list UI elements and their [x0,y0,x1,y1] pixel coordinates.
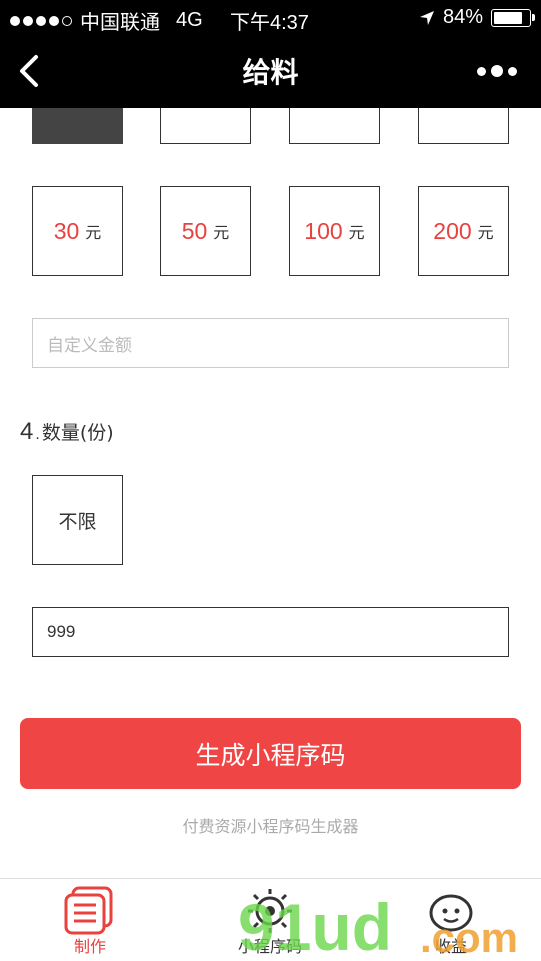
option-box-selected[interactable] [32,108,123,144]
network-type: 4G [176,9,203,31]
document-stack-icon [64,886,113,935]
amount-unit: 元 [213,223,230,242]
tab-bar: 制作 小程序码 收益 [0,878,541,961]
battery-icon [491,8,535,27]
section-title-text: 数量(份) [41,422,114,444]
option-box[interactable] [289,108,380,144]
status-bar: 中国联通 4G 下午4:37 84% [0,0,541,35]
tab-label: 小程序码 [237,937,302,956]
amount-option-50[interactable]: 50 元 [160,186,251,276]
section-index: 4 [20,418,34,445]
coin-icon [429,894,473,932]
more-dot [491,65,503,77]
more-dot [477,66,486,76]
more-button[interactable] [477,59,521,83]
tab-earnings[interactable]: 收益 [361,879,541,961]
status-left: 中国联通 4G [10,6,203,35]
quantity-section-title: 4 . 数量(份) [20,418,114,446]
quantity-value: 999 [47,622,76,641]
option-box[interactable] [418,108,509,144]
nav-bar: 给料 [0,35,541,108]
generate-code-button[interactable]: 生成小程序码 [20,718,521,789]
page-title: 给料 [242,56,299,89]
custom-amount-placeholder: 自定义金额 [47,335,132,356]
amount-unit: 元 [85,223,102,242]
option-box[interactable] [160,108,251,144]
main-content: 30 元 50 元 100 元 200 元 自定义金额 4 . 数量(份) 不限… [0,108,541,878]
amount-value: 100 [304,217,343,244]
amount-value: 30 [53,217,80,244]
amount-value: 200 [433,217,472,244]
status-time: 下午4:37 [230,12,309,34]
quantity-input[interactable]: 999 [32,607,509,657]
unlimited-option[interactable]: 不限 [32,475,123,565]
tab-label: 制作 [73,937,106,956]
amount-option-100[interactable]: 100 元 [289,186,380,276]
carrier-name: 中国联通 [80,12,160,34]
tab-label: 收益 [434,937,467,956]
tab-qrcode[interactable]: 小程序码 [180,879,360,961]
tab-make[interactable]: 制作 [0,879,180,961]
footer-caption: 付费资源小程序码生成器 [182,817,359,836]
location-arrow-icon [419,10,434,25]
status-right: 84% [419,6,535,29]
battery-percent: 84% [442,6,483,28]
amount-option-200[interactable]: 200 元 [418,186,509,276]
amount-value: 50 [181,217,208,244]
amount-option-30[interactable]: 30 元 [32,186,123,276]
unlimited-label: 不限 [58,510,97,533]
amount-unit: 元 [348,223,365,242]
qrcode-icon [248,889,292,933]
signal-icon [10,15,72,26]
amount-unit: 元 [477,223,494,242]
custom-amount-input[interactable]: 自定义金额 [32,318,509,368]
section-separator: . [35,427,40,443]
more-dot [508,66,517,76]
